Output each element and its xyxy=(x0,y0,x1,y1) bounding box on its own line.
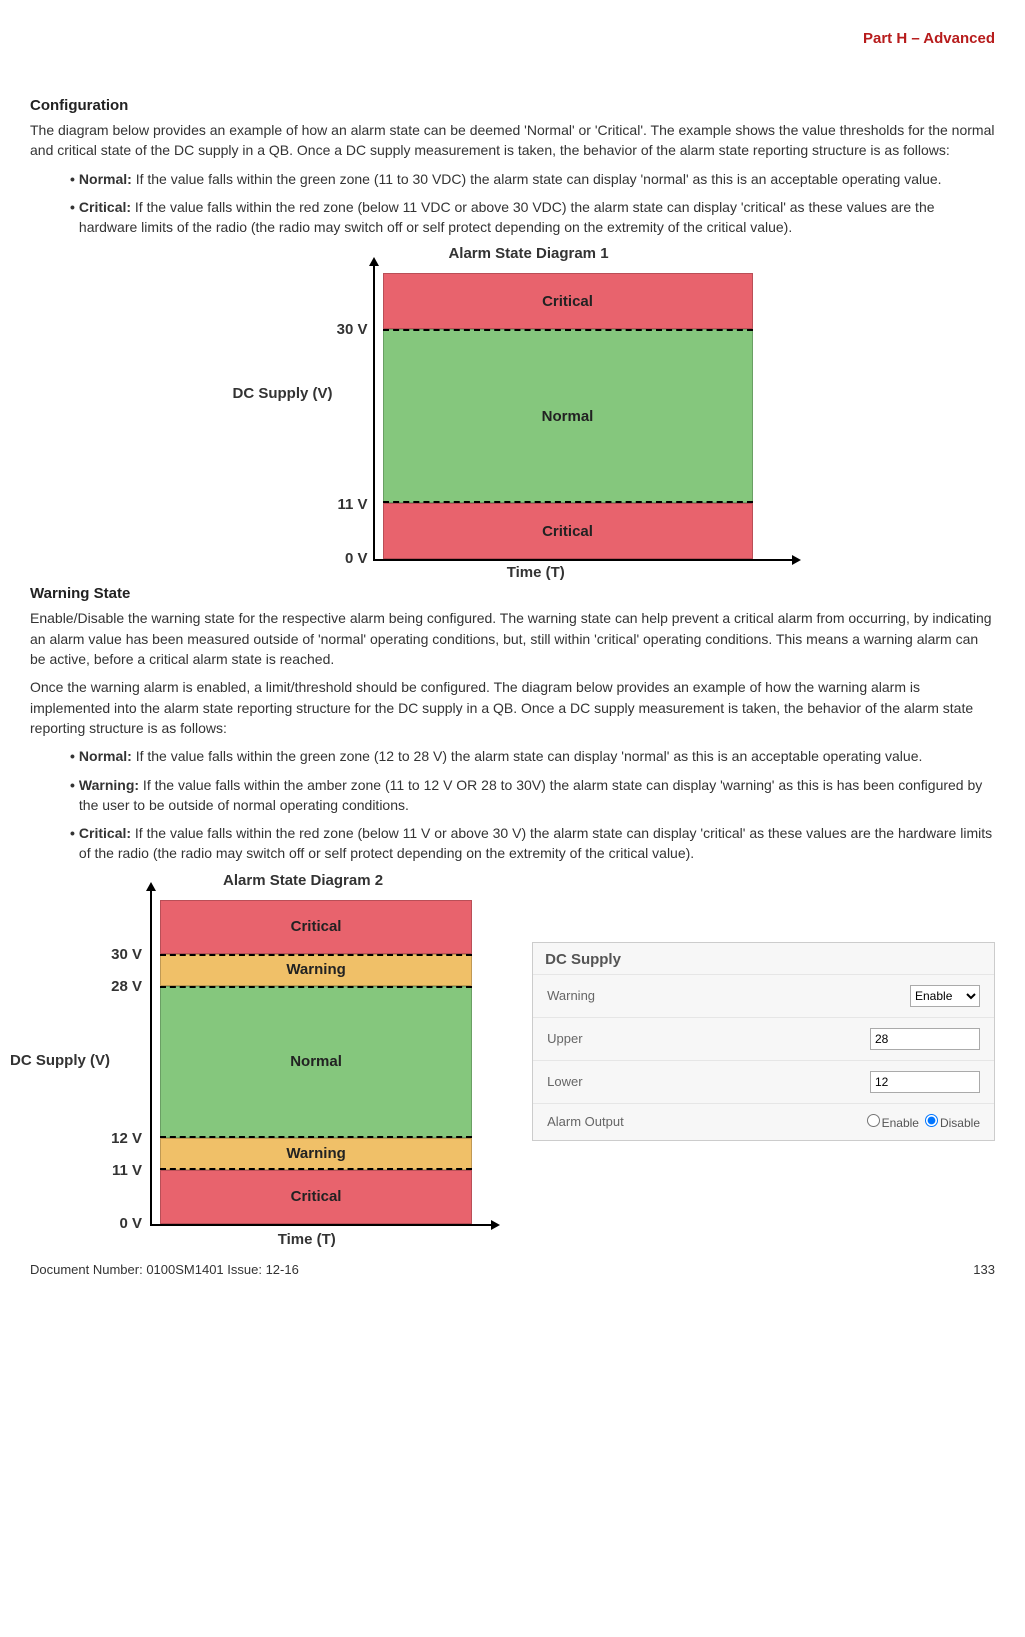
upper-input[interactable] xyxy=(870,1028,980,1050)
bullet-critical: • Critical: If the value falls within th… xyxy=(70,197,995,238)
band-normal-2: Normal xyxy=(160,986,472,1138)
lower-input[interactable] xyxy=(870,1071,980,1093)
bullet-body: If the value falls within the red zone (… xyxy=(79,825,992,861)
label-warning: Warning xyxy=(547,988,595,1003)
label-upper: Upper xyxy=(547,1031,582,1046)
tick2-30v: 30 V xyxy=(92,946,142,963)
threshold-line-30v-2 xyxy=(160,954,472,956)
diagram1-x-axis xyxy=(373,559,793,561)
bullet-body: If the value falls within the amber zone… xyxy=(79,777,982,813)
threshold-line-11v xyxy=(383,501,753,503)
alarm-state-diagram-2: Alarm State Diagram 2 DC Supply (V) Time… xyxy=(30,872,512,1242)
bullet-dot-icon: • xyxy=(70,169,75,189)
section-warning-p2: Once the warning alarm is enabled, a lim… xyxy=(30,677,995,738)
tick2-11v: 11 V xyxy=(92,1162,142,1179)
tick2-0v: 0 V xyxy=(92,1215,142,1232)
band-warning-upper: Warning xyxy=(160,954,472,986)
radio-enable[interactable] xyxy=(867,1114,880,1127)
page-header-part: Part H – Advanced xyxy=(30,30,995,47)
diagram1-xlabel: Time (T) xyxy=(507,564,565,581)
panel-row-warning: Warning Enable xyxy=(533,974,994,1017)
panel-title: DC Supply xyxy=(533,943,994,974)
band-warning-lower: Warning xyxy=(160,1138,472,1170)
alarm-state-diagram-1: Alarm State Diagram 1 DC Supply (V) Time… xyxy=(193,245,833,575)
threshold-line-11v-2 xyxy=(160,1168,472,1170)
radio-enable-label[interactable]: Enable xyxy=(867,1114,919,1130)
radio-disable-label[interactable]: Disable xyxy=(925,1114,980,1130)
diagram2-title: Alarm State Diagram 2 xyxy=(223,872,383,889)
section2-bullets: • Normal: If the value falls within the … xyxy=(30,746,995,863)
bullet-body: If the value falls within the green zone… xyxy=(132,171,942,187)
bullet-dot-icon: • xyxy=(70,197,75,217)
bullet-normal: • Normal: If the value falls within the … xyxy=(70,169,995,189)
bullet-dot-icon: • xyxy=(70,823,75,843)
band-critical-upper: Critical xyxy=(160,900,472,954)
diagram2-bands: Critical Warning Normal Warning Critical xyxy=(160,900,472,1224)
band-normal: Normal xyxy=(383,329,753,503)
footer-doc-number: Document Number: 0100SM1401 Issue: 12-16 xyxy=(30,1262,299,1277)
threshold-line-30v xyxy=(383,329,753,331)
dc-supply-panel: DC Supply Warning Enable Upper Lower Ala… xyxy=(532,942,995,1141)
band-critical-lower: Critical xyxy=(383,503,753,559)
bullet-critical-2: • Critical: If the value falls within th… xyxy=(70,823,995,864)
panel-row-upper: Upper xyxy=(533,1017,994,1060)
diagram1-y-axis xyxy=(373,265,375,561)
diagram1-title: Alarm State Diagram 1 xyxy=(448,245,608,262)
label-lower: Lower xyxy=(547,1074,582,1089)
radio-disable[interactable] xyxy=(925,1114,938,1127)
bullet-body: If the value falls within the red zone (… xyxy=(79,199,935,235)
tick2-12v: 12 V xyxy=(92,1130,142,1147)
bullet-body: If the value falls within the green zone… xyxy=(132,748,923,764)
diagram2-xlabel: Time (T) xyxy=(278,1231,336,1248)
bullet-dot-icon: • xyxy=(70,775,75,795)
band-critical-upper: Critical xyxy=(383,273,753,329)
section-configuration-title: Configuration xyxy=(30,97,995,114)
tick-0v: 0 V xyxy=(308,550,368,567)
bullet-label: Normal: xyxy=(79,748,132,764)
bullet-label: Critical: xyxy=(79,199,131,215)
diagram2-y-axis xyxy=(150,890,152,1226)
diagram2-ylabel: DC Supply (V) xyxy=(10,1052,110,1069)
diagram2-x-axis xyxy=(150,1224,492,1226)
diagram1-ylabel: DC Supply (V) xyxy=(233,385,333,402)
bullet-label: Critical: xyxy=(79,825,131,841)
section1-bullets: • Normal: If the value falls within the … xyxy=(30,169,995,238)
page-footer: Document Number: 0100SM1401 Issue: 12-16… xyxy=(30,1262,995,1277)
tick-30v: 30 V xyxy=(308,321,368,338)
bullet-dot-icon: • xyxy=(70,746,75,766)
tick2-28v: 28 V xyxy=(92,978,142,995)
section-configuration-intro: The diagram below provides an example of… xyxy=(30,120,995,161)
panel-row-alarm-output: Alarm Output Enable Disable xyxy=(533,1103,994,1140)
bullet-normal-2: • Normal: If the value falls within the … xyxy=(70,746,995,766)
bullet-warning: • Warning: If the value falls within the… xyxy=(70,775,995,816)
threshold-line-28v xyxy=(160,986,472,988)
footer-page-number: 133 xyxy=(973,1262,995,1277)
warning-select[interactable]: Enable xyxy=(910,985,980,1007)
diagram1-bands: Critical Normal Critical xyxy=(383,273,753,559)
tick-11v: 11 V xyxy=(308,496,368,513)
label-alarm-output: Alarm Output xyxy=(547,1114,624,1129)
band-critical-lower: Critical xyxy=(160,1170,472,1224)
bullet-label: Normal: xyxy=(79,171,132,187)
panel-row-lower: Lower xyxy=(533,1060,994,1103)
section-warning-title: Warning State xyxy=(30,585,995,602)
threshold-line-12v xyxy=(160,1136,472,1138)
bullet-label: Warning: xyxy=(79,777,139,793)
section-warning-p1: Enable/Disable the warning state for the… xyxy=(30,608,995,669)
